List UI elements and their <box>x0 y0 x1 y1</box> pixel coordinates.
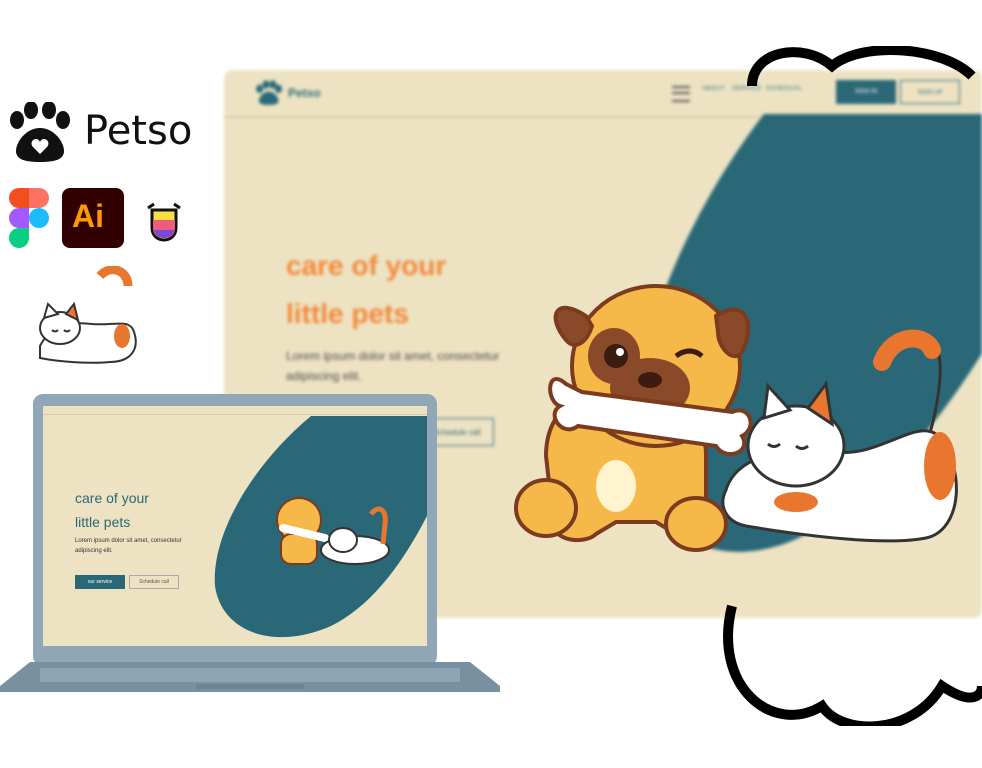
paw-logo-icon <box>256 80 282 105</box>
cat-sticker-icon <box>39 266 137 364</box>
laptop-mockup: care of your little pets Lorem ipsum dol… <box>0 394 500 706</box>
our-service-button[interactable]: our service <box>75 575 125 589</box>
dog-and-cat-illustration <box>514 284 958 552</box>
glyph-app-logo-icon <box>147 202 181 242</box>
mockup-hero-title-line2: little pets <box>286 298 409 329</box>
laptop-hero-text: Lorem ipsum dolor sit amet, consectetur … <box>75 536 211 556</box>
laptop-hero-title-line1: care of your <box>75 490 149 506</box>
mockup-hero-title: care of your little pets <box>286 242 446 338</box>
mockup-hero-title-line1: care of your <box>286 250 447 281</box>
illustrator-logo-text: Ai <box>72 198 104 234</box>
laptop-navbar <box>43 406 427 415</box>
laptop-hero-text-line1: Lorem ipsum dolor sit amet, consectetur <box>75 538 182 544</box>
laptop-screen: care of your little pets Lorem ipsum dol… <box>43 406 427 646</box>
laptop-base <box>0 662 500 692</box>
figma-logo-icon <box>9 188 49 248</box>
laptop-hero-title: care of your little pets <box>75 486 149 534</box>
schedule-call-button[interactable]: Schedule call <box>129 575 179 589</box>
laptop-hero-text-line2: adipiscing elit. <box>75 548 113 554</box>
laptop-hero-title-line2: little pets <box>75 514 131 530</box>
hamburger-icon[interactable] <box>672 86 690 102</box>
brand-name: Petso <box>84 108 193 154</box>
illustrator-logo-icon: Ai <box>62 188 124 248</box>
dog-and-cat-mini-illustration <box>276 497 390 565</box>
mockup-brand: Petso <box>288 86 321 100</box>
paw-logo-icon <box>10 102 70 162</box>
